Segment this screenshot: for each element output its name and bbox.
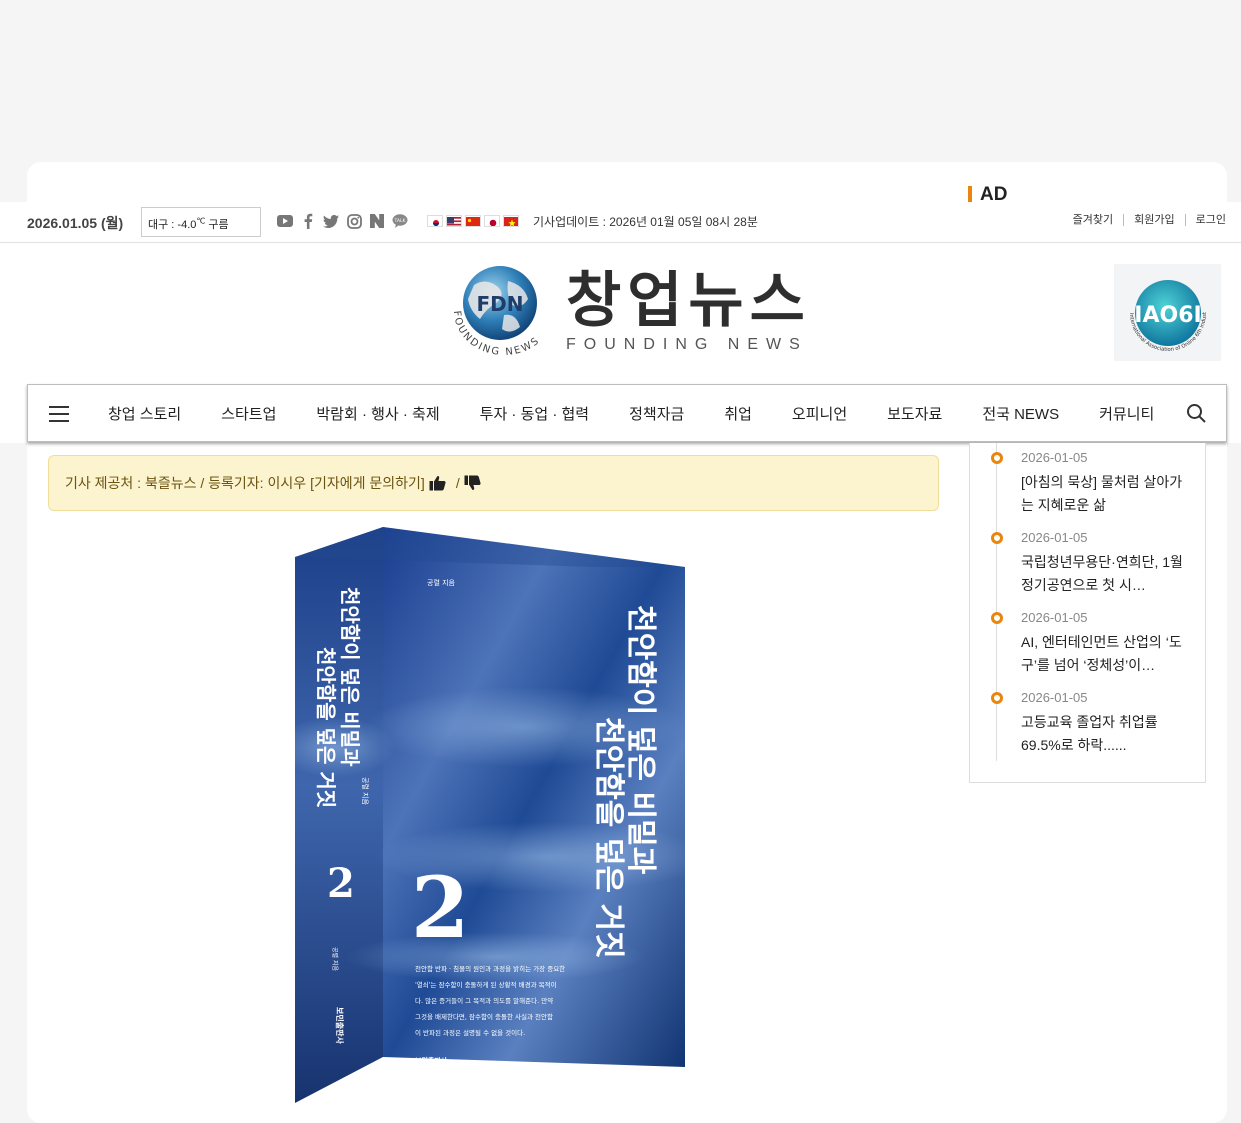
svg-text:그것을 배제한다면, 잠수함이 충돌한 사실과 천안함: 그것을 배제한다면, 잠수함이 충돌한 사실과 천안함 bbox=[415, 1012, 553, 1021]
updated-time: 기사업데이트 : 2026년 01월 05일 08시 28분 bbox=[533, 215, 758, 229]
social-links: TALK bbox=[277, 213, 408, 229]
nav-menu: 창업 스토리 스타트업 박람회 · 행사 · 축제 투자 · 동업 · 협력 정… bbox=[108, 385, 1154, 441]
weather-unit: ℃ bbox=[196, 216, 206, 226]
nav-item-press[interactable]: 보도자료 bbox=[887, 403, 942, 424]
latest-news-sidebar: 2026-01-05 [아침의 묵상] 물처럼 살아가는 지혜로운 삶 2026… bbox=[969, 443, 1206, 783]
twitter-icon[interactable] bbox=[323, 213, 339, 229]
talk-icon[interactable]: TALK bbox=[392, 213, 408, 229]
nav-item-opinion[interactable]: 오피니언 bbox=[792, 403, 847, 424]
top-bar: 2026.01.05 (월) 대구 : -4.0℃ 구름 TALK 기사업데이트… bbox=[0, 202, 1241, 243]
flag-china-icon[interactable] bbox=[465, 215, 481, 227]
nav-item-startups[interactable]: 스타트업 bbox=[221, 403, 276, 424]
flag-vietnam-icon[interactable] bbox=[503, 215, 519, 227]
weather-condition: 구름 bbox=[208, 219, 229, 231]
language-flags bbox=[427, 215, 519, 227]
news-date: 2026-01-05 bbox=[1021, 530, 1088, 545]
timeline-dot bbox=[991, 612, 1003, 624]
svg-text:FDN: FDN bbox=[476, 292, 523, 316]
news-date: 2026-01-05 bbox=[1021, 610, 1088, 625]
news-date: 2026-01-05 bbox=[1021, 690, 1088, 705]
nav-item-national-news[interactable]: 전국 NEWS bbox=[982, 403, 1059, 424]
iao6i-logo-icon: IAO6I International Association of Onlin… bbox=[1118, 267, 1208, 353]
site-logo[interactable]: FDN FOUNDING NEWS 창업뉴스 FOUNDING NEWS bbox=[446, 265, 816, 357]
svg-text:2: 2 bbox=[411, 858, 469, 957]
signup-link[interactable]: 회원가입 bbox=[1123, 214, 1184, 226]
bookmark-link[interactable]: 즐겨찾기 bbox=[1063, 214, 1123, 226]
nav-item-policy-funds[interactable]: 정책자금 bbox=[629, 403, 684, 424]
svg-text:보민출판사: 보민출판사 bbox=[335, 1007, 345, 1044]
news-item[interactable]: 2026-01-05 AI, 엔터테인먼트 산업의 ‘도구’를 넘어 ‘정체성’… bbox=[970, 605, 1200, 685]
svg-text:TALK: TALK bbox=[394, 218, 407, 224]
news-item[interactable]: 2026-01-05 고등교육 졸업자 취업률 69.5%로 하락...... bbox=[970, 685, 1200, 765]
login-link[interactable]: 로그인 bbox=[1184, 214, 1226, 226]
article-credit: 기사 제공처 : 북즐뉴스 / 등록기자: 이시우 [기자에게 문의하기] / bbox=[48, 455, 939, 511]
timeline-dot bbox=[991, 452, 1003, 464]
svg-text:IAO6I: IAO6I bbox=[1134, 303, 1201, 328]
news-date: 2026-01-05 bbox=[1021, 450, 1088, 465]
flag-japan-icon[interactable] bbox=[484, 215, 500, 227]
weather-city-temp: 대구 : -4.0 bbox=[148, 219, 197, 231]
svg-text:공렬 지음: 공렬 지음 bbox=[361, 777, 370, 806]
svg-text:천안함을 덮은 거짓: 천안함을 덮은 거짓 bbox=[591, 717, 626, 959]
timeline-dot bbox=[991, 692, 1003, 704]
credit-separator: / bbox=[455, 475, 460, 491]
news-title[interactable]: 고등교육 졸업자 취업률 69.5%로 하락...... bbox=[1021, 711, 1187, 757]
svg-text:2: 2 bbox=[327, 860, 355, 907]
iao6i-badge[interactable]: IAO6I International Association of Onlin… bbox=[1114, 264, 1221, 361]
news-item[interactable]: 2026-01-05 [아침의 묵상] 물처럼 살아가는 지혜로운 삶 bbox=[970, 445, 1200, 525]
flag-usa-icon[interactable] bbox=[446, 215, 462, 227]
news-title[interactable]: AI, 엔터테인먼트 산업의 ‘도구’를 넘어 ‘정체성’이… bbox=[1021, 631, 1187, 677]
youtube-icon[interactable] bbox=[277, 213, 293, 229]
svg-text:천안함이 덮은 비밀과: 천안함이 덮은 비밀과 bbox=[623, 605, 658, 875]
credit-source: 기사 제공처 : 북즐뉴스 / 등록기자: 이시우 bbox=[65, 475, 307, 491]
thumbs-down-icon[interactable] bbox=[464, 475, 481, 491]
logo-korean: 창업뉴스 bbox=[566, 266, 811, 336]
contact-reporter-link[interactable]: [기자에게 문의하기] bbox=[310, 473, 425, 493]
svg-text:천안함 반파 · 침몰의 원인과 과정을 밝히는 가장 중요: 천안함 반파 · 침몰의 원인과 과정을 밝히는 가장 중요한 bbox=[415, 964, 565, 973]
hamburger-menu-icon[interactable] bbox=[49, 406, 69, 422]
main-nav: 창업 스토리 스타트업 박람회 · 행사 · 축제 투자 · 동업 · 협력 정… bbox=[27, 384, 1227, 442]
site-header: FDN FOUNDING NEWS 창업뉴스 FOUNDING NEWS IAO… bbox=[0, 243, 1241, 443]
nav-item-startup-story[interactable]: 창업 스토리 bbox=[108, 403, 181, 424]
book-cover-image: 천안함이 덮은 비밀과 천안함을 덮은 거짓 공렬 지음 2 공렬 지음 보민출… bbox=[295, 527, 685, 1103]
instagram-icon[interactable] bbox=[346, 213, 362, 229]
globe-logo-icon: FDN FOUNDING NEWS bbox=[451, 266, 540, 357]
news-title[interactable]: 국립청년무용단·연희단, 1월 정기공연으로 첫 시… bbox=[1021, 551, 1187, 597]
weather-widget: 대구 : -4.0℃ 구름 bbox=[141, 207, 261, 237]
thumbs-up-icon[interactable] bbox=[429, 475, 446, 491]
flag-korea-icon[interactable] bbox=[427, 215, 443, 227]
svg-text:보민출판사: 보민출판사 bbox=[415, 1056, 448, 1065]
svg-text:'열쇠'는 잠수함이 충돌하게 된 상황적 배경과 목적이: '열쇠'는 잠수함이 충돌하게 된 상황적 배경과 목적이 bbox=[415, 980, 557, 989]
nav-item-community[interactable]: 커뮤니티 bbox=[1099, 403, 1154, 424]
facebook-icon[interactable] bbox=[300, 213, 316, 229]
search-icon[interactable] bbox=[1186, 403, 1206, 423]
nav-item-jobs[interactable]: 취업 bbox=[724, 403, 752, 424]
timeline-dot bbox=[991, 532, 1003, 544]
logo-english: FOUNDING NEWS bbox=[566, 336, 808, 353]
svg-text:이 반파된 과정은 설명될 수 없을 것이다.: 이 반파된 과정은 설명될 수 없을 것이다. bbox=[415, 1028, 525, 1037]
svg-text:천안함이 덮은 비밀과: 천안함이 덮은 비밀과 bbox=[338, 587, 362, 767]
top-links: 즐겨찾기 회원가입 로그인 bbox=[1063, 214, 1226, 226]
nav-item-investment[interactable]: 투자 · 동업 · 협력 bbox=[480, 403, 589, 424]
current-date: 2026.01.05 (월) bbox=[27, 215, 124, 231]
naver-icon[interactable] bbox=[369, 213, 385, 229]
svg-text:천안함을 덮은 거짓: 천안함을 덮은 거짓 bbox=[314, 647, 338, 808]
svg-text:공렬 지음: 공렬 지음 bbox=[427, 578, 456, 587]
news-item[interactable]: 2026-01-05 국립청년무용단·연희단, 1월 정기공연으로 첫 시… bbox=[970, 525, 1200, 605]
nav-item-expo-events[interactable]: 박람회 · 행사 · 축제 bbox=[316, 403, 439, 424]
svg-text:다. 많은 증거들이 그 목적과 의도를 말해준다. 만약: 다. 많은 증거들이 그 목적과 의도를 말해준다. 만약 bbox=[415, 996, 553, 1005]
svg-text:공렬 지음: 공렬 지음 bbox=[331, 947, 339, 971]
news-title[interactable]: [아침의 묵상] 물처럼 살아가는 지혜로운 삶 bbox=[1021, 471, 1187, 517]
